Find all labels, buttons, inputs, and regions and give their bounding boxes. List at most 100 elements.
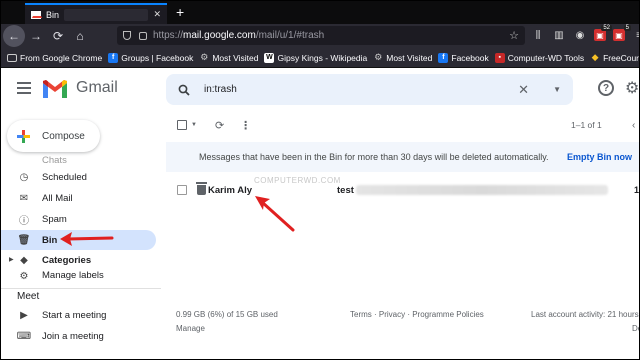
main-menu-icon[interactable] [17, 82, 31, 97]
nav-bar: ← → ⟳ ⌂ https://mail.google.com/mail/u/1… [1, 24, 639, 48]
gear-icon: ⚙ [200, 52, 209, 62]
chats-icon [17, 156, 31, 166]
search-bar[interactable]: in:trash ✕ ▼ [166, 74, 573, 105]
email-sender: Karim Aly [208, 184, 252, 196]
sidebar-item-all-mail[interactable]: ✉ All Mail [1, 188, 156, 208]
sidebar-item-manage-labels[interactable]: ⚙ Manage labels [1, 270, 156, 280]
sidebar-item-spam[interactable]: ⓘ Spam [1, 209, 156, 229]
select-all-checkbox[interactable] [177, 120, 187, 130]
forward-icon[interactable]: → [25, 25, 47, 47]
home-icon[interactable]: ⌂ [69, 25, 91, 47]
menu-icon[interactable]: ≡ [632, 27, 639, 43]
compose-plus-icon [17, 129, 30, 143]
manage-labels-icon: ⚙ [19, 270, 29, 281]
sidebar-item-join-meeting[interactable]: ⌨ Join a meeting [1, 326, 156, 346]
gmail-wordmark: Gmail [76, 79, 118, 96]
search-input[interactable]: in:trash [204, 84, 237, 95]
bookmark-most-visited[interactable]: ⚙ Most Visited [199, 52, 258, 63]
keyboard-icon: ⌨ [16, 330, 32, 342]
sidebar-icon[interactable]: ▥ [552, 27, 566, 43]
more-options-icon[interactable]: ⋮ [240, 119, 251, 132]
refresh-icon[interactable]: ⟳ [215, 119, 224, 132]
compose-label: Compose [42, 130, 85, 142]
sidebar-item-scheduled[interactable]: ◷ Scheduled [1, 167, 156, 187]
reload-icon[interactable]: ⟳ [47, 25, 69, 47]
facebook-icon: f [438, 52, 449, 63]
help-icon[interactable]: ? [598, 80, 614, 96]
trash-icon [196, 182, 207, 195]
wikipedia-icon: W [264, 52, 275, 63]
meet-title: Meet [17, 291, 40, 302]
gmail-logo-icon[interactable] [42, 79, 68, 99]
bookmark-star-icon[interactable]: ☆ [509, 29, 519, 42]
bookmark-freecoursesite[interactable]: ◆FreeCourseSite - Do [590, 52, 639, 63]
video-icon: ▶ [20, 309, 28, 321]
email-date: 1 [634, 185, 640, 195]
tracking-shield-icon[interactable] [123, 31, 131, 40]
bin-notice-text: Messages that have been in the Bin for m… [199, 152, 549, 162]
tab-title: Bin [46, 9, 60, 20]
folder-icon [7, 53, 17, 62]
bookmark-gipsy-kings[interactable]: W Gipsy Kings - Wikipedia [264, 52, 367, 63]
pagination-label: 1–1 of 1 [571, 120, 602, 130]
sidebar-divider [1, 288, 161, 289]
freecourse-icon: ◆ [591, 52, 599, 62]
search-icon[interactable] [178, 84, 190, 96]
bookmark-computer-wd-tools[interactable]: ▪ Computer-WD Tools [494, 52, 584, 63]
empty-bin-button[interactable]: Empty Bin now [567, 152, 632, 162]
blurred-tab-text [64, 8, 149, 21]
mail-list: ▼ ⟳ ⋮ 1–1 of 1 ‹ Messages that have been… [166, 112, 640, 359]
gmail-favicon-icon [31, 10, 42, 19]
manage-storage-link[interactable]: Manage [176, 324, 205, 333]
select-dropdown-icon[interactable]: ▼ [191, 122, 197, 128]
account-icon[interactable]: ◉ [573, 27, 587, 43]
gmail-app: Gmail in:trash ✕ ▼ ? ⚙ Compose Chats ◷ Sc… [1, 68, 640, 359]
bookmark-from-google-chrome[interactable]: From Google Chrome [7, 53, 102, 63]
browser-window: Bin ✕ + ← → ⟳ ⌂ https://mail.google.com/… [0, 0, 640, 360]
sidebar-item-categories[interactable]: ◆ Categories [1, 250, 156, 270]
url-text: https://mail.google.com/mail/u/1/#trash [153, 30, 325, 41]
tab-close-icon[interactable]: ✕ [153, 9, 161, 20]
gmail-header: Gmail in:trash ✕ ▼ ? ⚙ [1, 68, 639, 112]
settings-gear-icon[interactable]: ⚙ [625, 78, 639, 98]
scheduled-icon: ◷ [19, 171, 29, 183]
tab-bar: Bin ✕ + [1, 1, 639, 24]
details-link[interactable]: De [632, 324, 639, 333]
address-bar[interactable]: https://mail.google.com/mail/u/1/#trash … [117, 26, 525, 45]
label-icon: ◆ [20, 254, 28, 266]
bookmark-facebook[interactable]: f Facebook [438, 52, 489, 63]
sidebar-item-bin[interactable]: 🗑 Bin [1, 230, 156, 250]
lock-icon[interactable] [139, 31, 147, 40]
last-activity: Last account activity: 21 hours [531, 310, 639, 319]
extension-1-icon[interactable]: ▣ 52 [594, 25, 612, 41]
clear-search-icon[interactable]: ✕ [518, 82, 529, 98]
bin-icon: 🗑 [17, 234, 31, 246]
back-icon[interactable]: ← [3, 25, 25, 47]
sidebar-item-start-meeting[interactable]: ▶ Start a meeting [1, 305, 156, 325]
cwd-icon: ▪ [494, 52, 505, 63]
extension-2-icon[interactable]: ▣ 5 [613, 25, 631, 41]
all-mail-icon: ✉ [19, 192, 29, 204]
gear-icon: ⚙ [374, 52, 383, 62]
bin-notice: Messages that have been in the Bin for m… [166, 142, 639, 172]
toolbar-extensions: ⫼ ▥ ◉ ▣52 ▣5 ≡ [531, 25, 639, 43]
list-toolbar: ▼ ⟳ ⋮ 1–1 of 1 ‹ [166, 112, 639, 138]
watermark: COMPUTERWD.COM [254, 176, 341, 185]
search-options-icon[interactable]: ▼ [553, 85, 561, 94]
bookmark-groups-facebook[interactable]: f Groups | Facebook [108, 52, 193, 63]
storage-usage: 0.99 GB (6%) of 15 GB used [176, 310, 278, 319]
new-tab-button[interactable]: + [176, 4, 184, 20]
bookmark-most-visited-2[interactable]: ⚙ Most Visited [373, 52, 432, 63]
spam-icon: ⓘ [19, 215, 29, 227]
row-checkbox[interactable] [177, 185, 187, 195]
blurred-snippet [356, 185, 608, 195]
table-row[interactable]: Karim Aly COMPUTERWD.COM test 1 [166, 176, 640, 202]
compose-button[interactable]: Compose [7, 120, 100, 152]
facebook-icon: f [108, 52, 119, 63]
bookmarks-bar: From Google Chrome f Groups | Facebook ⚙ M… [1, 48, 639, 68]
email-subject: test [337, 184, 354, 196]
tab-bin[interactable]: Bin ✕ [25, 3, 167, 24]
older-page-icon[interactable]: ‹ [632, 120, 635, 131]
terms-links[interactable]: Terms · Privacy · Programme Policies [350, 310, 484, 319]
library-icon[interactable]: ⫼ [531, 27, 545, 43]
